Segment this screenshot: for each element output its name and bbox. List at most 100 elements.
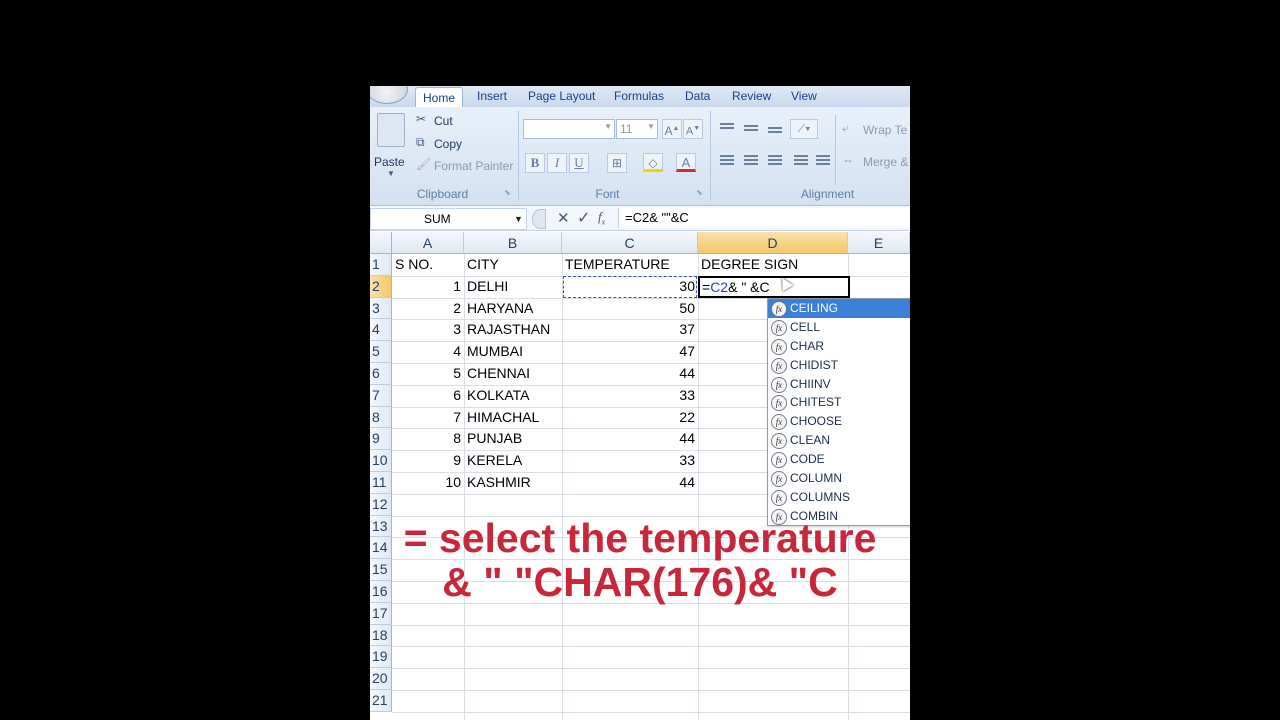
cell-a5[interactable]: 4 bbox=[392, 341, 464, 363]
cell-c11[interactable]: 44 bbox=[562, 472, 698, 494]
cell-a11[interactable]: 10 bbox=[392, 472, 464, 494]
align-right-button[interactable] bbox=[766, 153, 784, 169]
borders-button[interactable]: ⊞ bbox=[607, 153, 627, 173]
row-header-8[interactable]: 8 bbox=[370, 406, 392, 429]
row-header-9[interactable]: 9 bbox=[370, 428, 392, 451]
cell-a7[interactable]: 6 bbox=[392, 385, 464, 407]
cell-c10[interactable]: 33 bbox=[562, 450, 698, 472]
cell-b5[interactable]: MUMBAI bbox=[464, 341, 562, 363]
paste-button[interactable]: Paste ▼ bbox=[373, 111, 409, 181]
cell-c6[interactable]: 44 bbox=[562, 363, 698, 385]
cell-c5[interactable]: 47 bbox=[562, 341, 698, 363]
cell-b4[interactable]: RAJASTHAN bbox=[464, 319, 562, 341]
autocomplete-item-ceiling[interactable]: fx CEILING bbox=[768, 299, 910, 318]
merge-center-button[interactable]: ⇔ Merge & bbox=[842, 153, 910, 171]
tab-home[interactable]: Home bbox=[415, 87, 464, 108]
orientation-button[interactable]: ⟋▾ bbox=[790, 119, 818, 139]
cut-button[interactable]: ✂ Cut bbox=[416, 112, 496, 130]
column-header-b[interactable]: B bbox=[464, 232, 562, 254]
italic-button[interactable]: I bbox=[547, 153, 567, 173]
row-header-12[interactable]: 12 bbox=[370, 493, 392, 516]
tab-insert[interactable]: Insert bbox=[477, 86, 507, 107]
font-name-select[interactable]: ▼ bbox=[523, 119, 615, 139]
cell-b8[interactable]: HIMACHAL bbox=[464, 407, 562, 429]
cell-b3[interactable]: HARYANA bbox=[464, 298, 562, 320]
cell-c3[interactable]: 50 bbox=[562, 298, 698, 320]
cell-a6[interactable]: 5 bbox=[392, 363, 464, 385]
autocomplete-item-char[interactable]: fx CHAR bbox=[768, 337, 910, 356]
row-header-6[interactable]: 6 bbox=[370, 363, 392, 385]
shrink-font-button[interactable]: A▼ bbox=[683, 119, 703, 139]
cancel-icon[interactable]: ✕ bbox=[557, 209, 570, 227]
wrap-text-button[interactable]: ⤶ Wrap Te bbox=[842, 121, 910, 139]
row-header-18[interactable]: 18 bbox=[370, 624, 392, 647]
cell-b10[interactable]: KERELA bbox=[464, 450, 562, 472]
autocomplete-item-chiinv[interactable]: fx CHIINV bbox=[768, 375, 910, 394]
function-autocomplete-list[interactable]: fx CEILING fx CELL fx CHAR fx CHIDIST fx CHIINV fx… bbox=[767, 298, 910, 526]
autocomplete-item-code[interactable]: fx CODE bbox=[768, 450, 910, 469]
cell-b9[interactable]: PUNJAB bbox=[464, 428, 562, 450]
cell-a1[interactable]: S NO. bbox=[392, 254, 464, 276]
cell-b2[interactable]: DELHI bbox=[464, 276, 562, 298]
cell-b1[interactable]: CITY bbox=[464, 254, 562, 276]
cell-c8[interactable]: 22 bbox=[562, 407, 698, 429]
font-color-button[interactable]: A bbox=[676, 153, 696, 172]
format-painter-button[interactable]: 🖌 Format Painter bbox=[416, 157, 516, 175]
tab-formulas[interactable]: Formulas bbox=[614, 86, 664, 107]
row-header-7[interactable]: 7 bbox=[370, 384, 392, 407]
cell-b7[interactable]: KOLKATA bbox=[464, 385, 562, 407]
increase-indent-button[interactable] bbox=[814, 153, 832, 169]
cell-c1[interactable]: TEMPERATURE bbox=[562, 254, 698, 276]
font-launcher-icon[interactable]: ⬊ bbox=[696, 188, 703, 197]
autocomplete-item-chitest[interactable]: fx CHITEST bbox=[768, 393, 910, 412]
autocomplete-item-chidist[interactable]: fx CHIDIST bbox=[768, 356, 910, 375]
decrease-indent-button[interactable] bbox=[792, 153, 810, 169]
row-header-5[interactable]: 5 bbox=[370, 341, 392, 363]
bold-button[interactable]: B bbox=[525, 153, 545, 173]
column-header-a[interactable]: A bbox=[392, 232, 464, 254]
enter-check-icon[interactable]: ✓ bbox=[577, 208, 590, 228]
office-button[interactable] bbox=[370, 86, 408, 104]
cell-a4[interactable]: 3 bbox=[392, 319, 464, 341]
name-box[interactable]: SUM ▼ bbox=[370, 208, 527, 230]
cell-b6[interactable]: CHENNAI bbox=[464, 363, 562, 385]
cell-a10[interactable]: 9 bbox=[392, 450, 464, 472]
autocomplete-item-columns[interactable]: fx COLUMNS bbox=[768, 488, 910, 507]
row-header-10[interactable]: 10 bbox=[370, 450, 392, 472]
row-header-17[interactable]: 17 bbox=[370, 602, 392, 625]
cell-a9[interactable]: 8 bbox=[392, 428, 464, 450]
align-middle-button[interactable] bbox=[742, 123, 760, 139]
clipboard-launcher-icon[interactable]: ⬊ bbox=[504, 188, 511, 197]
row-header-2[interactable]: 2 bbox=[370, 275, 392, 298]
cell-c7[interactable]: 33 bbox=[562, 385, 698, 407]
column-header-d[interactable]: D bbox=[698, 232, 848, 254]
cell-a2[interactable]: 1 bbox=[392, 276, 464, 298]
select-all-corner[interactable] bbox=[370, 232, 392, 254]
autocomplete-item-choose[interactable]: fx CHOOSE bbox=[768, 412, 910, 431]
grow-font-button[interactable]: A▲ bbox=[662, 119, 682, 139]
row-header-20[interactable]: 20 bbox=[370, 668, 392, 690]
cell-a8[interactable]: 7 bbox=[392, 407, 464, 429]
fill-color-button[interactable]: ◇ bbox=[643, 153, 663, 172]
tab-view[interactable]: View bbox=[791, 86, 817, 107]
cell-a3[interactable]: 2 bbox=[392, 298, 464, 320]
cell-d1[interactable]: DEGREE SIGN bbox=[698, 254, 848, 276]
row-header-19[interactable]: 19 bbox=[370, 646, 392, 669]
column-header-e[interactable]: E bbox=[848, 232, 910, 254]
row-header-1[interactable]: 1 bbox=[370, 254, 392, 276]
row-header-4[interactable]: 4 bbox=[370, 319, 392, 342]
underline-button[interactable]: U bbox=[569, 153, 589, 173]
row-header-3[interactable]: 3 bbox=[370, 297, 392, 320]
tab-data[interactable]: Data bbox=[685, 86, 710, 107]
autocomplete-item-cell[interactable]: fx CELL bbox=[768, 318, 910, 337]
tab-page-layout[interactable]: Page Layout bbox=[528, 86, 595, 107]
cell-c4[interactable]: 37 bbox=[562, 319, 698, 341]
column-header-c[interactable]: C bbox=[562, 232, 698, 254]
formula-input[interactable]: =C2& ""&C bbox=[618, 208, 910, 228]
align-center-button[interactable] bbox=[742, 153, 760, 169]
align-bottom-button[interactable] bbox=[766, 125, 784, 141]
align-top-button[interactable] bbox=[718, 121, 736, 137]
tab-review[interactable]: Review bbox=[732, 86, 771, 107]
autocomplete-item-clean[interactable]: fx CLEAN bbox=[768, 431, 910, 450]
cell-b11[interactable]: KASHMIR bbox=[464, 472, 562, 494]
